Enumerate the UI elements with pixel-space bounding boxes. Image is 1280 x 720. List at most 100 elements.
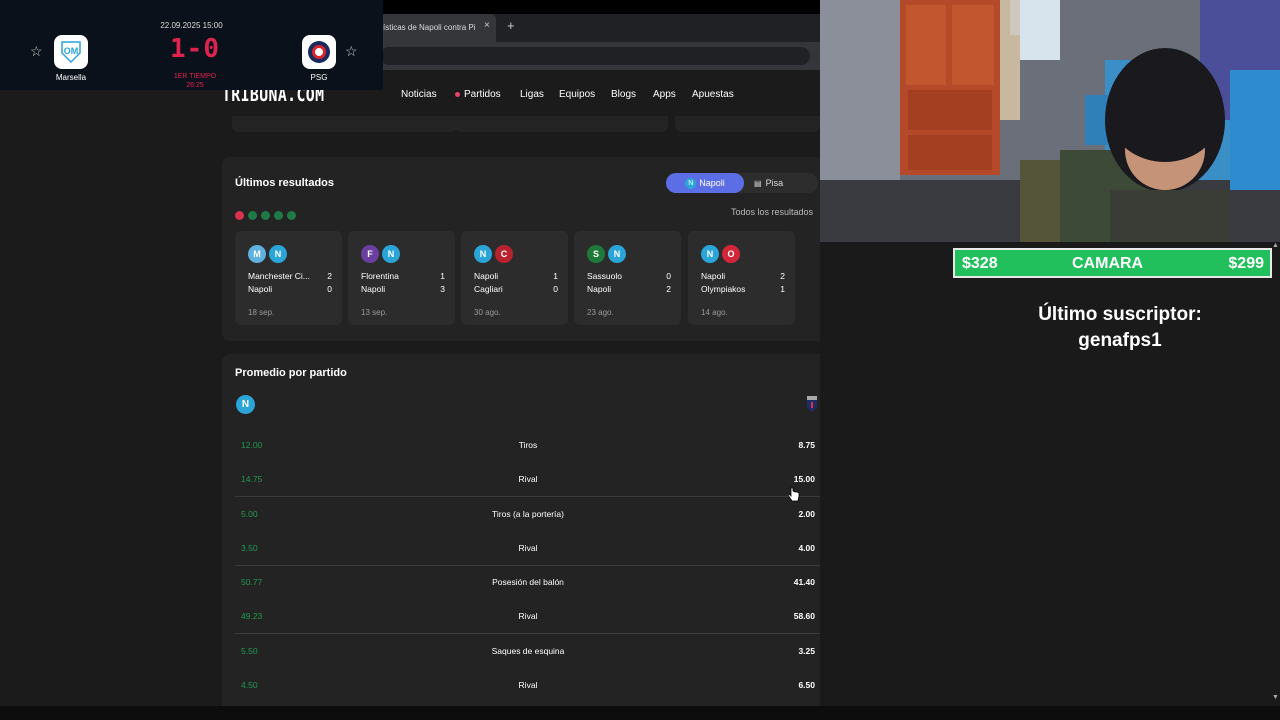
result-team: Sassuolo xyxy=(587,271,622,281)
averages-title: Promedio por partido xyxy=(235,367,347,379)
pisa-icon: ▤ xyxy=(754,179,762,188)
subscriber-name: genafps1 xyxy=(1078,330,1162,351)
live-scoreboard[interactable]: 22.09.2025 15:00 1-0 1ER TIEMPO 26:25 ☆ O… xyxy=(0,0,383,90)
stat-label: Tiros xyxy=(518,440,538,450)
team-crest-icon: S xyxy=(587,245,605,263)
url-field[interactable] xyxy=(380,47,810,65)
card-stub xyxy=(675,116,820,132)
camara-left-amount: $328 xyxy=(962,255,998,272)
pisa-crest-icon xyxy=(806,396,818,412)
home-team-name: Marsella xyxy=(55,73,87,82)
favorite-away-star-icon[interactable]: ☆ xyxy=(345,43,358,60)
stat-label: Posesión del balón xyxy=(492,577,564,587)
result-card[interactable]: N O Napoli 2 Olympiakos 1 14 ago. xyxy=(688,231,795,325)
stat-divider xyxy=(235,496,820,497)
hand-cursor-icon xyxy=(787,487,800,508)
camara-right-amount: $299 xyxy=(1228,255,1264,272)
team-toggle: N Napoli ▤ Pisa xyxy=(666,173,818,193)
form-dot-win xyxy=(261,211,270,220)
result-date: 30 ago. xyxy=(474,308,501,317)
result-row: Olympiakos 1 xyxy=(701,284,785,294)
result-score: 0 xyxy=(553,284,558,294)
result-card[interactable]: M N Manchester Ci... 2 Napoli 0 18 sep. xyxy=(235,231,342,325)
last-subscriber: Último suscriptor: genafps1 xyxy=(970,302,1270,354)
result-score: 1 xyxy=(553,271,558,281)
result-card[interactable]: S N Sassuolo 0 Napoli 2 23 ago. xyxy=(574,231,681,325)
scroll-down-icon[interactable]: ▼ xyxy=(1272,694,1279,701)
stat-row: 50.77 Posesión del balón 41.40 xyxy=(222,577,834,611)
subscriber-label: Último suscriptor: xyxy=(1038,304,1202,325)
result-score: 2 xyxy=(780,271,785,281)
stat-away-value: 3.25 xyxy=(798,646,815,656)
marsella-logo: OM xyxy=(54,35,88,69)
nav-noticias[interactable]: Noticias xyxy=(401,89,437,100)
bottom-bar xyxy=(0,706,1280,720)
favorite-home-star-icon[interactable]: ☆ xyxy=(30,43,43,60)
nav-ligas[interactable]: Ligas xyxy=(520,89,544,100)
result-row: Napoli 2 xyxy=(587,284,671,294)
result-card[interactable]: N C Napoli 1 Cagliari 0 30 ago. xyxy=(461,231,568,325)
stat-label: Rival xyxy=(518,543,538,553)
form-dot-win xyxy=(248,211,257,220)
result-row: Napoli 1 xyxy=(474,271,558,281)
stat-divider xyxy=(235,565,820,566)
team-crest-icon: C xyxy=(495,245,513,263)
toggle-napoli[interactable]: N Napoli xyxy=(666,173,744,193)
result-score: 0 xyxy=(666,271,671,281)
results-title: Últimos resultados xyxy=(235,177,335,189)
form-indicator xyxy=(235,207,300,225)
stat-row: 3.50 Rival 4.00 xyxy=(222,543,834,577)
result-team: Napoli xyxy=(587,284,612,294)
result-row: Cagliari 0 xyxy=(474,284,558,294)
svg-text:OM: OM xyxy=(64,46,79,56)
toggle-pisa[interactable]: ▤ Pisa xyxy=(754,178,783,188)
nav-partidos[interactable]: Partidos xyxy=(455,89,501,100)
result-card[interactable]: F N Florentina 1 Napoli 3 13 sep. xyxy=(348,231,455,325)
stat-away-value: 41.40 xyxy=(793,577,815,587)
result-row: Florentina 1 xyxy=(361,271,445,281)
browser-tab[interactable]: ísticas de Napoli contra Pi xyxy=(378,14,496,42)
nav-equipos[interactable]: Equipos xyxy=(559,89,595,100)
card-stub xyxy=(455,116,668,132)
team-crest-icon: N xyxy=(608,245,626,263)
all-results-link[interactable]: Todos los resultados xyxy=(731,207,813,217)
result-score: 1 xyxy=(780,284,785,294)
result-row: Napoli 3 xyxy=(361,284,445,294)
scrollbar[interactable]: ▲ ▼ xyxy=(1270,242,1280,706)
previous-section-cards xyxy=(222,116,820,146)
stat-away-value: 15.00 xyxy=(793,474,815,484)
new-tab-icon[interactable]: + xyxy=(507,18,515,33)
result-row: Napoli 2 xyxy=(701,271,785,281)
psg-logo xyxy=(302,35,336,69)
result-row: Napoli 0 xyxy=(248,284,332,294)
stat-row: 49.23 Rival 58.60 xyxy=(222,611,834,645)
result-date: 14 ago. xyxy=(701,308,728,317)
team-crest-icon: N xyxy=(382,245,400,263)
result-team: Napoli xyxy=(701,271,726,281)
result-team: Napoli xyxy=(474,271,499,281)
webcam-feed xyxy=(820,0,1280,242)
browser-window: ísticas de Napoli contra Pi × + TRIBUNA.… xyxy=(0,0,834,720)
stat-row: 5.50 Saques de esquina 3.25 xyxy=(222,646,834,680)
match-datetime: 22.09.2025 15:00 xyxy=(160,21,223,30)
result-date: 23 ago. xyxy=(587,308,614,317)
result-row: Manchester Ci... 2 xyxy=(248,271,332,281)
napoli-badge-icon: N xyxy=(236,395,255,414)
result-team: Napoli xyxy=(248,284,273,294)
result-score: 2 xyxy=(327,271,332,281)
camara-goal-bar: $328 CAMARA $299 xyxy=(953,248,1272,278)
form-dot-loss xyxy=(235,211,244,220)
tab-close-icon[interactable]: × xyxy=(484,20,490,31)
stat-away-value: 6.50 xyxy=(798,680,815,690)
nav-apps[interactable]: Apps xyxy=(653,89,676,100)
team-crest-icon: N xyxy=(701,245,719,263)
result-team: Napoli xyxy=(361,284,386,294)
scroll-up-icon[interactable]: ▲ xyxy=(1272,242,1279,249)
stat-label: Rival xyxy=(518,680,538,690)
team-crest-icon: N xyxy=(474,245,492,263)
nav-apuestas[interactable]: Apuestas xyxy=(692,89,734,100)
result-score: 3 xyxy=(440,284,445,294)
nav-blogs[interactable]: Blogs xyxy=(611,89,636,100)
team-crest-icon: N xyxy=(269,245,287,263)
stat-label: Rival xyxy=(518,611,538,621)
